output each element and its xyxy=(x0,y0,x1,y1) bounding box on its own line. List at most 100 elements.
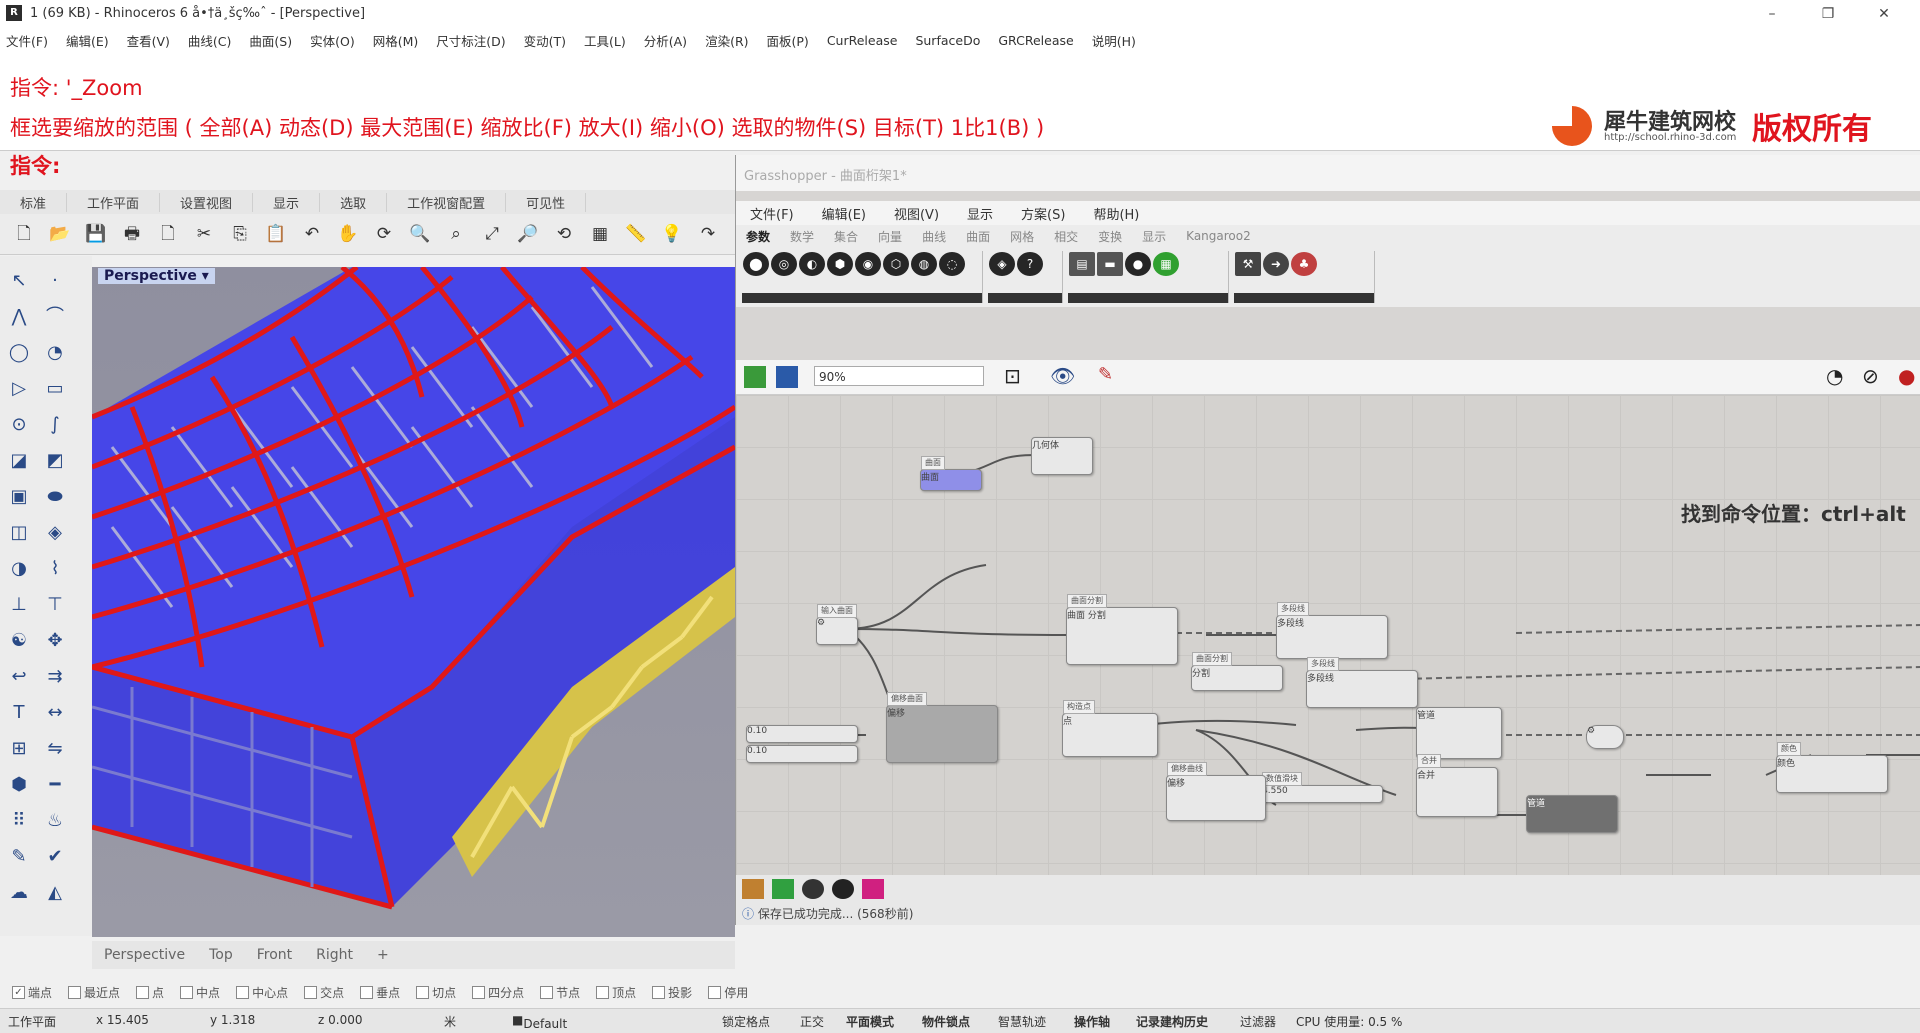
clipboard-icon[interactable]: ✎ xyxy=(4,842,34,872)
gh-tab-display[interactable]: 显示 xyxy=(1142,228,1166,245)
number-param-node[interactable]: ⚙ xyxy=(1586,725,1624,749)
arc-icon[interactable]: ◔ xyxy=(40,338,70,368)
gh-param-icon[interactable]: ⬤ xyxy=(743,252,769,276)
merge-node[interactable]: 合并 合并 xyxy=(1416,754,1498,817)
gh-menu-edit[interactable]: 编辑(E) xyxy=(822,204,866,223)
input-surface-node[interactable]: 输入曲面 ⚙ xyxy=(816,604,858,645)
redo-icon[interactable]: ↷ xyxy=(696,223,720,245)
number-slider-node-2[interactable]: 0.10 xyxy=(746,745,858,763)
divide-surface-node[interactable]: 曲面分割 曲面 分割 xyxy=(1066,594,1178,665)
pan-icon[interactable]: ✋ xyxy=(336,223,360,245)
undo-icon[interactable]: ↶ xyxy=(300,223,324,245)
gh-param-icon[interactable]: ◉ xyxy=(855,252,881,276)
gauge-icon[interactable]: ♨ xyxy=(40,806,70,836)
gh-tab-surface[interactable]: 曲面 xyxy=(966,228,990,245)
gh-panel-icon[interactable]: ▤ xyxy=(1069,252,1095,276)
menu-curve[interactable]: 曲线(C) xyxy=(188,31,231,50)
tab-select[interactable]: 选取 xyxy=(320,192,388,212)
gh-matrix-icon[interactable]: ▦ xyxy=(1153,252,1179,276)
mirror-icon[interactable]: ⇋ xyxy=(40,734,70,764)
menu-surfacedo[interactable]: SurfaceDo xyxy=(915,33,980,48)
pipe-icon[interactable]: ⌇ xyxy=(40,554,70,584)
print-icon[interactable]: 🖶 xyxy=(120,223,144,245)
perspective-viewport[interactable]: Perspective ▾ xyxy=(92,267,735,937)
polyline-node[interactable]: 多段线 多段线 xyxy=(1276,602,1388,659)
gh-lock-icon[interactable]: ● xyxy=(1898,364,1915,388)
cylinder-icon[interactable]: ⬬ xyxy=(40,482,70,512)
surface-icon[interactable]: ◪ xyxy=(4,446,34,476)
gh-arrow-icon[interactable]: ➜ xyxy=(1263,252,1289,276)
gh-tab-transform[interactable]: 变换 xyxy=(1098,228,1122,245)
menu-analyze[interactable]: 分析(A) xyxy=(644,31,687,50)
array-icon[interactable]: ⊞ xyxy=(4,734,34,764)
status-filter[interactable]: 过滤器 xyxy=(1240,1013,1276,1030)
gh-hammer-icon[interactable]: ⚒ xyxy=(1235,252,1261,276)
zoom-level-input[interactable]: 90% xyxy=(814,366,984,386)
gh-tab-kangaroo[interactable]: Kangaroo2 xyxy=(1186,229,1251,243)
gh-tab-maths[interactable]: 数学 xyxy=(790,228,814,245)
polyline-node-2[interactable]: 多段线 多段线 xyxy=(1306,657,1418,708)
gh-tab-intersect[interactable]: 相交 xyxy=(1054,228,1078,245)
point-icon[interactable]: · xyxy=(40,266,70,296)
status-osnap[interactable]: 物件锁点 xyxy=(922,1013,970,1030)
osnap-end[interactable]: ✓ 端点 xyxy=(12,984,52,1001)
rectangle-icon[interactable]: ▭ xyxy=(40,374,70,404)
render-icon[interactable]: ☁ xyxy=(4,878,34,908)
number-slider-node-3[interactable]: 数值滑块 4.550 xyxy=(1261,772,1383,803)
box-icon[interactable]: ▣ xyxy=(4,482,34,512)
gh-widget-icon[interactable] xyxy=(862,879,884,899)
maximize-button[interactable]: ❐ xyxy=(1808,2,1848,26)
offset-curve-node[interactable]: 偏移曲线 偏移 xyxy=(1166,762,1266,821)
status-grid-snap[interactable]: 锁定格点 xyxy=(722,1013,770,1030)
join-icon[interactable]: ⊤ xyxy=(40,590,70,620)
tab-cplanes[interactable]: 工作平面 xyxy=(67,192,161,212)
polygon-icon[interactable]: ▷ xyxy=(4,374,34,404)
menu-grcrelease[interactable]: GRCRelease xyxy=(998,33,1073,48)
gh-cherry-icon[interactable]: ♣ xyxy=(1291,252,1317,276)
solid-box-icon[interactable]: ⬢ xyxy=(4,770,34,800)
menu-panels[interactable]: 面板(P) xyxy=(767,31,809,50)
gh-param-icon[interactable]: ◐ xyxy=(799,252,825,276)
gh-cancel-icon[interactable]: ⊘ xyxy=(1862,364,1879,388)
gh-menu-help[interactable]: 帮助(H) xyxy=(1093,204,1139,223)
gh-tab-mesh[interactable]: 网格 xyxy=(1010,228,1034,245)
osnap-int[interactable]: 交点 xyxy=(304,984,344,1001)
tab-perspective[interactable]: Perspective xyxy=(92,947,197,963)
menu-file[interactable]: 文件(F) xyxy=(6,31,48,50)
new-icon[interactable]: 🗋 xyxy=(12,223,36,245)
close-button[interactable]: ✕ xyxy=(1864,2,1904,26)
material-icon[interactable]: ◭ xyxy=(40,878,70,908)
menu-transform[interactable]: 变动(T) xyxy=(524,31,566,50)
gh-widget-icon[interactable] xyxy=(772,879,794,899)
cut-icon[interactable]: ✂ xyxy=(192,223,216,245)
pipe-node[interactable]: 管道 xyxy=(1416,707,1502,759)
gh-tab-sets[interactable]: 集合 xyxy=(834,228,858,245)
tab-setview[interactable]: 设置视图 xyxy=(160,192,254,212)
open-icon[interactable]: 📂 xyxy=(48,223,72,245)
osnap-mid[interactable]: 中点 xyxy=(180,984,220,1001)
osnap-point[interactable]: 点 xyxy=(136,984,164,1001)
save-icon[interactable]: 💾 xyxy=(84,223,108,245)
gh-widget-icon[interactable] xyxy=(742,879,764,899)
ruler-icon[interactable]: ━ xyxy=(40,770,70,800)
command-prompt[interactable]: 指令: xyxy=(10,150,60,180)
menu-tools[interactable]: 工具(L) xyxy=(584,31,626,50)
curve-icon[interactable]: ⌒ xyxy=(40,302,70,332)
minimize-button[interactable]: – xyxy=(1752,2,1792,26)
tab-front[interactable]: Front xyxy=(245,947,304,963)
circle-icon[interactable]: ◯ xyxy=(4,338,34,368)
select-icon[interactable]: ↖ xyxy=(4,266,34,296)
preview-eye-icon[interactable]: 👁 xyxy=(1050,364,1075,388)
menu-solid[interactable]: 实体(O) xyxy=(310,31,355,50)
gh-widget-icon[interactable] xyxy=(802,879,824,899)
grasshopper-canvas[interactable]: 曲面 曲面 几何体 输入曲面 ⚙ 曲面分割 曲面 分割 偏移曲面 偏移 多段线 … xyxy=(736,395,1920,875)
tab-top[interactable]: Top xyxy=(197,947,245,963)
gh-save-icon[interactable] xyxy=(776,366,798,388)
measure-icon[interactable]: 📏 xyxy=(624,223,648,245)
gh-widget-icon[interactable] xyxy=(832,879,854,899)
zoom-extents-icon[interactable]: ⤢ xyxy=(480,223,504,245)
osnap-center[interactable]: 中心点 xyxy=(236,984,288,1001)
menu-mesh[interactable]: 网格(M) xyxy=(373,31,419,50)
gh-open-icon[interactable] xyxy=(744,366,766,388)
status-cplane[interactable]: 工作平面 xyxy=(8,1013,56,1030)
